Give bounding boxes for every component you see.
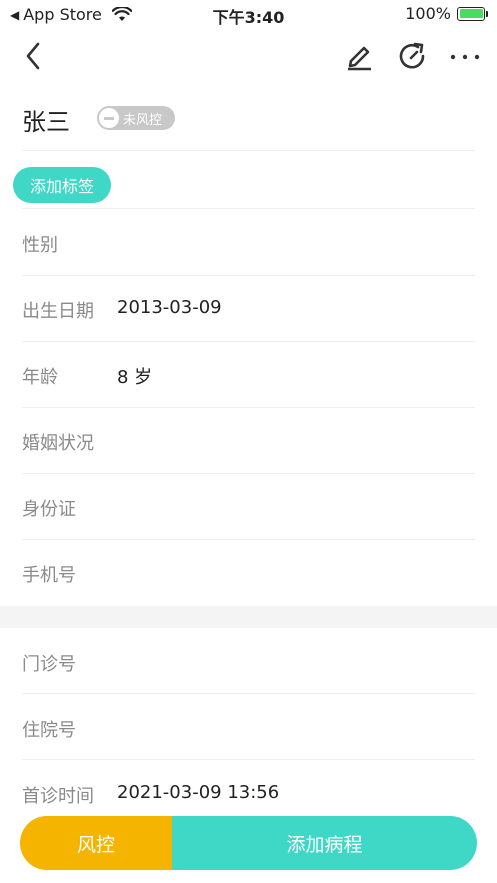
battery-percent: 100%	[405, 4, 451, 23]
field-label: 住院号	[22, 720, 76, 741]
status-bar: ◀ App Store 下午3:40 100%	[0, 0, 497, 28]
risk-status-label: 未风控	[123, 112, 163, 128]
field-row-inpatient-no[interactable]: 住院号	[0, 694, 497, 760]
status-right: 100%	[405, 4, 488, 23]
field-row-birthdate[interactable]: 出生日期 2013-03-09	[0, 275, 497, 341]
battery-icon	[457, 6, 488, 21]
field-value: 2021-03-09 13:56	[117, 782, 280, 803]
more-icon[interactable]	[448, 40, 482, 72]
field-label: 婚姻状况	[22, 433, 94, 454]
refresh-icon[interactable]	[397, 40, 427, 72]
bottom-action-bar: 风控 添加病程	[20, 816, 477, 870]
field-row-gender[interactable]: 性别	[0, 209, 497, 275]
field-label: 性别	[22, 235, 58, 256]
field-row-phone[interactable]: 手机号	[0, 539, 497, 605]
field-row-marital-status[interactable]: 婚姻状况	[0, 407, 497, 473]
risk-control-button[interactable]: 风控	[20, 816, 172, 870]
nav-bar	[0, 28, 497, 84]
divider	[22, 150, 475, 151]
field-label: 身份证	[22, 499, 76, 520]
field-label: 门诊号	[22, 654, 76, 675]
field-row-id-card[interactable]: 身份证	[0, 473, 497, 539]
field-row-outpatient-no[interactable]: 门诊号	[0, 628, 497, 694]
risk-status-badge[interactable]: 未风控	[97, 106, 175, 130]
add-course-button[interactable]: 添加病程	[172, 816, 477, 870]
edit-icon[interactable]	[344, 40, 374, 72]
section-separator	[0, 606, 497, 628]
field-label: 首诊时间	[22, 786, 94, 807]
field-label: 年龄	[22, 367, 58, 388]
patient-name: 张三	[22, 108, 70, 136]
patient-header: 张三 未风控	[0, 88, 497, 150]
back-icon[interactable]	[20, 40, 48, 72]
field-value: 8 岁	[117, 367, 153, 388]
field-label: 出生日期	[22, 301, 94, 322]
field-label: 手机号	[22, 565, 76, 586]
minus-circle-icon	[99, 108, 119, 128]
field-value: 2013-03-09	[117, 297, 222, 318]
field-row-age[interactable]: 年龄 8 岁	[0, 341, 497, 407]
add-tag-button[interactable]: 添加标签	[13, 167, 111, 203]
